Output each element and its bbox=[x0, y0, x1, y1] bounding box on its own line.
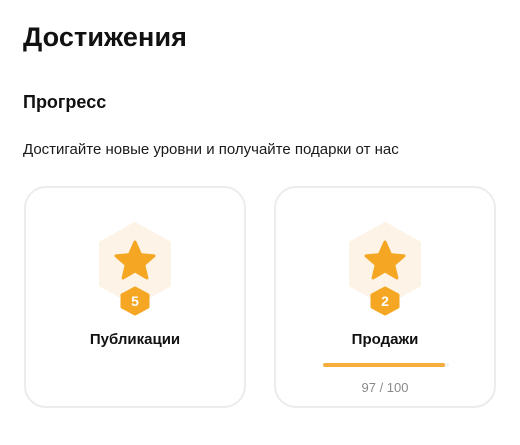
level-number: 5 bbox=[131, 293, 139, 309]
level-badge: 2 bbox=[369, 286, 401, 316]
card-label: Продажи bbox=[351, 331, 419, 348]
achievement-card-publications[interactable]: 5 Публикации bbox=[24, 186, 246, 408]
progress-bar bbox=[323, 363, 449, 367]
level-badge: 5 bbox=[119, 286, 151, 316]
achievement-card-sales[interactable]: 2 Продажи 97 / 100 bbox=[274, 186, 496, 408]
progress-bar-fill bbox=[323, 363, 446, 367]
card-label: Публикации bbox=[89, 331, 181, 348]
achievement-badge: 5 bbox=[98, 222, 172, 316]
page-title: Достижения bbox=[23, 22, 188, 52]
section-subtitle: Достигайте новые уровни и получайте пода… bbox=[23, 141, 399, 158]
section-title: Прогресс bbox=[23, 92, 107, 112]
level-number: 2 bbox=[381, 293, 389, 309]
achievement-badge: 2 bbox=[348, 222, 422, 316]
progress-text: 97 / 100 bbox=[361, 380, 409, 395]
